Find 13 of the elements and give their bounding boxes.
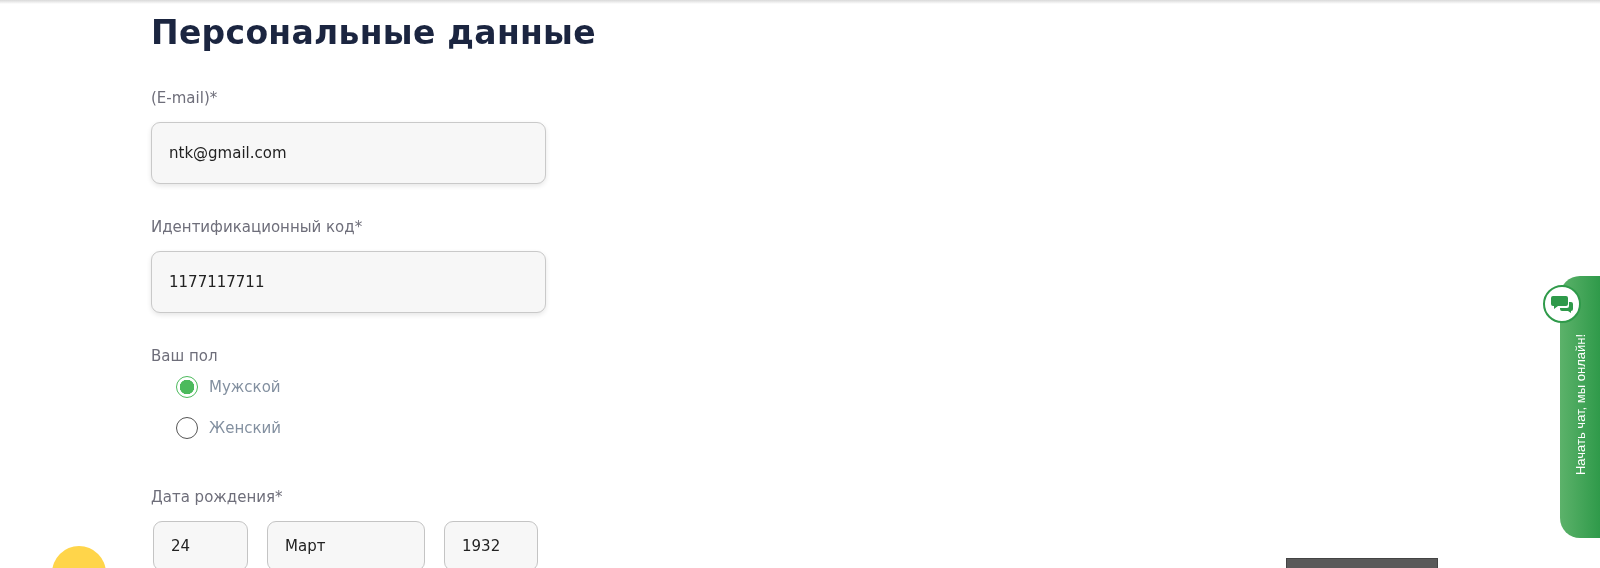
year-field[interactable]: 1932 (444, 521, 538, 568)
field-label: Дата рождения* (151, 487, 283, 507)
day-field[interactable]: 24 (153, 521, 248, 568)
radio-button[interactable] (176, 417, 198, 439)
field-label: Ваш пол (151, 346, 218, 366)
field-label: Идентификационный код* (151, 217, 363, 237)
month-field[interactable]: Март (267, 521, 425, 568)
page-heading: Персональные данные (151, 12, 596, 54)
radio-button[interactable] (176, 376, 198, 398)
field-label: (E-mail)* (151, 88, 218, 108)
input-field[interactable]: ntk@gmail.com (151, 122, 546, 184)
chat-icon (1542, 284, 1582, 324)
input-field[interactable]: 1177117711 (151, 251, 546, 313)
